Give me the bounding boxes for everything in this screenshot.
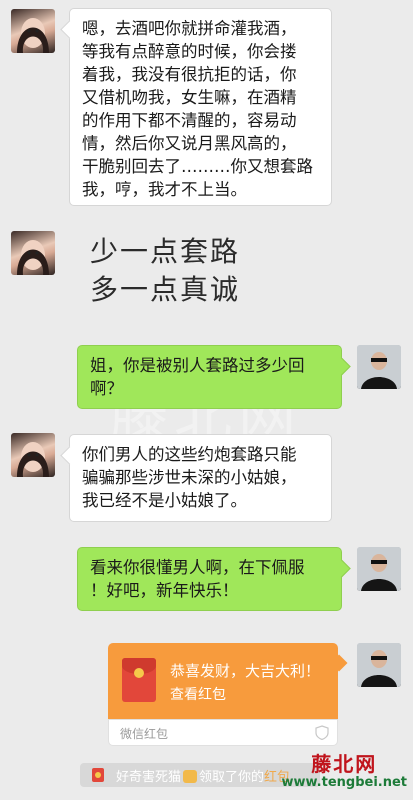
message-text: 我，哼，我才不上当。: [82, 180, 247, 199]
message-text: 你们男人的这些约炮套路只能: [82, 445, 297, 464]
message-text: 姐，你是被别人套路过多少回: [90, 356, 305, 375]
message-text: ！好吧，新年快乐！: [90, 581, 239, 600]
red-packet-label: 微信红包: [120, 727, 169, 741]
my-avatar[interactable]: [357, 345, 401, 389]
red-envelope-icon: [92, 768, 104, 782]
contact-avatar[interactable]: [11, 9, 55, 53]
message-text: 着我，我没有很抗拒的话，你: [82, 65, 297, 84]
message-text: 看来你很懂男人啊，在下佩服: [90, 558, 305, 577]
contact-avatar[interactable]: [11, 433, 55, 477]
message-text: 的作用下都不清醒的，容易动: [82, 111, 297, 130]
message-bubble-incoming[interactable]: 嗯，去酒吧你就拼命灌我酒， 等我有点醉意的时候，你会搂 着我，我没有很抗拒的话，…: [69, 8, 332, 206]
red-packet-title: 恭喜发财，大吉大利！: [170, 662, 321, 680]
message-text: 干脆别回去了………你又想套路: [82, 157, 313, 176]
my-avatar[interactable]: [357, 547, 401, 591]
message-text: 骗骗那些涉世未深的小姑娘，: [82, 468, 297, 487]
message-bubble-outgoing[interactable]: 姐，你是被别人套路过多少回 啊？: [77, 345, 342, 409]
contact-avatar[interactable]: [11, 231, 55, 275]
message-text: 我已经不是小姑娘了。: [82, 491, 247, 510]
message-text: 多一点真诚: [90, 273, 241, 306]
message-text: 等我有点醉意的时候，你会搂: [82, 42, 297, 61]
notice-action: 领取了你的: [199, 770, 265, 785]
shield-icon: [315, 725, 329, 740]
system-notice-text: 好奇害死猫 领取了你的红包: [116, 766, 290, 785]
man-avatar-icon: [357, 643, 401, 687]
man-avatar-icon: [357, 345, 401, 389]
message-text: 情，然后你又说月黑风高的，: [82, 134, 297, 153]
my-avatar[interactable]: [357, 643, 401, 687]
watermark-name: 藤北网: [311, 752, 378, 776]
red-packet-footer: 微信红包: [108, 719, 338, 746]
sticker-text-message[interactable]: 少一点套路 多一点真诚: [90, 233, 240, 309]
watermark-url: www.tengbei.net: [281, 775, 407, 790]
girl-avatar-icon: [17, 240, 49, 275]
message-text: 又借机吻我，女生嘛，在酒精: [82, 88, 297, 107]
girl-avatar-icon: [17, 442, 49, 477]
message-text: 少一点套路: [90, 235, 241, 268]
message-text: 啊？: [90, 379, 123, 398]
red-packet-message[interactable]: 恭喜发财，大吉大利！ 查看红包 微信红包: [108, 643, 338, 746]
site-watermark-logo: 藤北网 www.tengbei.net: [281, 748, 407, 790]
message-bubble-outgoing[interactable]: 看来你很懂男人啊，在下佩服 ！好吧，新年快乐！: [77, 547, 342, 611]
red-envelope-icon: [122, 658, 156, 702]
cat-emoji-icon: [183, 770, 198, 783]
red-packet-open-link[interactable]: 查看红包: [170, 684, 226, 704]
man-avatar-icon: [357, 547, 401, 591]
message-bubble-incoming[interactable]: 你们男人的这些约炮套路只能 骗骗那些涉世未深的小姑娘， 我已经不是小姑娘了。: [69, 434, 332, 522]
girl-avatar-icon: [17, 18, 49, 53]
message-text: 嗯，去酒吧你就拼命灌我酒，: [82, 19, 297, 38]
red-packet-card[interactable]: 恭喜发财，大吉大利！ 查看红包: [108, 643, 338, 719]
notice-username[interactable]: 好奇害死猫: [116, 770, 181, 785]
